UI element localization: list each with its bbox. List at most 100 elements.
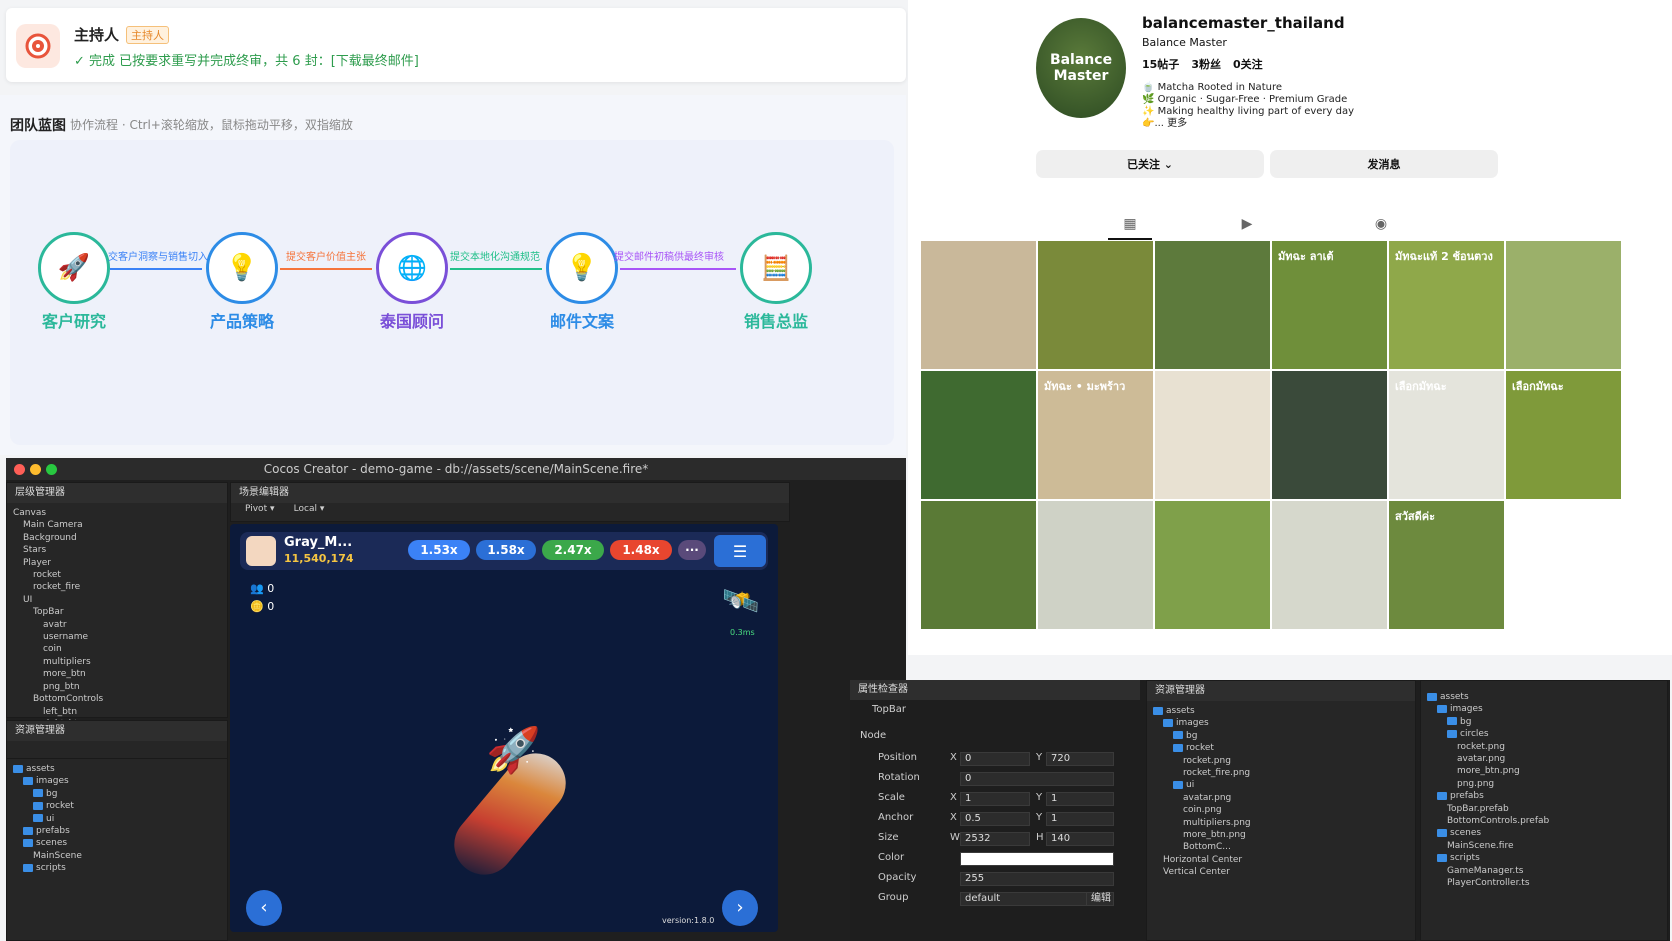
multiplier-badge[interactable]: 1.58x (476, 540, 536, 560)
node-email-copy[interactable]: 💡 (546, 232, 618, 304)
blueprint-canvas[interactable]: 🚀 客户研究 💡 产品策略 🌐 泰国顾问 💡 邮件文案 🧮 销售总监 交客户洞察… (10, 140, 894, 445)
tree-item[interactable]: GameManager.ts (1427, 865, 1661, 877)
node-product-strategy[interactable]: 💡 (206, 232, 278, 304)
tree-item[interactable]: rocket (1153, 742, 1409, 754)
tree-item[interactable]: more_btn.png (1153, 829, 1409, 841)
prop-input[interactable]: 140 (1046, 832, 1114, 846)
prop-input[interactable]: 编辑 (1086, 892, 1114, 906)
tree-item[interactable]: UI (13, 594, 221, 606)
prop-input[interactable]: 0 (960, 772, 1114, 786)
profile-avatar[interactable]: Balance Master (1036, 18, 1126, 118)
tree-item[interactable]: Main Camera (13, 519, 221, 531)
tree-item[interactable]: PlayerController.ts (1427, 877, 1661, 889)
tree-item[interactable]: username (13, 631, 221, 643)
prop-input[interactable]: 2532 (960, 832, 1030, 846)
tree-item[interactable]: scripts (1427, 852, 1661, 864)
host-status-message[interactable]: ✓ 完成 已按要求重写并完成终审，共 6 封：[下载最终邮件] (74, 50, 419, 69)
assets-toolbar[interactable] (7, 741, 227, 759)
menu-icon[interactable]: ☰ (714, 535, 766, 567)
multiplier-badge[interactable]: 1.53x (408, 540, 470, 560)
tree-item[interactable]: assets (1153, 705, 1409, 717)
tree-item[interactable]: rocket (13, 800, 221, 812)
node-customer-research[interactable]: 🚀 (38, 232, 110, 304)
tree-item[interactable]: avatar.png (1153, 792, 1409, 804)
node-name-field[interactable]: TopBar (872, 704, 906, 715)
tree-item[interactable]: multipliers.png (1153, 817, 1409, 829)
tree-item[interactable]: png_btn (13, 681, 221, 693)
post-thumbnail[interactable] (1155, 501, 1270, 629)
tree-item[interactable]: BottomControls (13, 693, 221, 705)
tree-item[interactable]: images (13, 775, 221, 787)
tree-item[interactable]: assets (1427, 691, 1661, 703)
tree-item[interactable]: png.png (1427, 778, 1661, 790)
post-thumbnail[interactable] (921, 371, 1036, 499)
tree-item[interactable]: scenes (1427, 827, 1661, 839)
node-sales-director[interactable]: 🧮 (740, 232, 812, 304)
tree-item[interactable]: images (1427, 703, 1661, 715)
prop-input[interactable]: 1 (1046, 792, 1114, 806)
tree-item[interactable]: rocket_fire.png (1153, 767, 1409, 779)
tree-item[interactable]: more_btn (13, 668, 221, 680)
prop-input[interactable]: 0 (960, 752, 1030, 766)
prop-input[interactable]: 1 (1046, 812, 1114, 826)
post-thumbnail[interactable]: มัทฉะแท้ 2 ช้อนตวง (1389, 241, 1504, 369)
tree-item[interactable]: coin (13, 643, 221, 655)
tree-item[interactable]: Canvas (13, 507, 221, 519)
post-thumbnail[interactable] (921, 241, 1036, 369)
tree-item[interactable]: BottomC... (1153, 841, 1409, 853)
local-dropdown[interactable]: Local ▾ (294, 504, 325, 514)
tree-item[interactable]: MainScene (13, 850, 221, 862)
post-thumbnail[interactable] (1038, 241, 1153, 369)
tree-item[interactable]: TopBar (13, 606, 221, 618)
reels-tab-icon[interactable]: ▶ (1238, 216, 1256, 234)
tree-item[interactable]: ui (1153, 779, 1409, 791)
post-thumbnail[interactable] (1038, 501, 1153, 629)
post-thumbnail[interactable] (1155, 241, 1270, 369)
post-thumbnail[interactable] (1506, 241, 1621, 369)
tree-item[interactable]: left_btn (13, 706, 221, 718)
more-button[interactable]: ··· (678, 540, 706, 560)
post-thumbnail[interactable]: เลือกมัทฉะ (1389, 371, 1504, 499)
right-arrow-button[interactable]: › (722, 890, 758, 926)
tree-item[interactable]: rocket_fire (13, 581, 221, 593)
multiplier-badge[interactable]: 1.48x (610, 540, 672, 560)
prop-input[interactable]: 720 (1046, 752, 1114, 766)
tree-item[interactable]: prefabs (1427, 790, 1661, 802)
following-button[interactable]: 已关注 ⌄ (1036, 150, 1264, 178)
posts-count[interactable]: 15帖子 (1142, 58, 1179, 71)
game-preview[interactable]: Gray_M... 11,540,174 1.53x 1.58x 2.47x 1… (230, 524, 778, 932)
tree-item[interactable]: Vertical Center (1153, 866, 1409, 878)
tree-item[interactable]: avatar.png (1427, 753, 1661, 765)
tree-item[interactable]: bg (1153, 730, 1409, 742)
post-thumbnail[interactable] (1272, 371, 1387, 499)
tree-item[interactable]: coin.png (1153, 804, 1409, 816)
tree-item[interactable]: multipliers (13, 656, 221, 668)
post-thumbnail[interactable]: สวัสดีค่ะ (1389, 501, 1504, 629)
tree-item[interactable]: scripts (13, 862, 221, 874)
minimize-window-button[interactable] (30, 464, 41, 475)
tree-item[interactable]: rocket.png (1427, 741, 1661, 753)
post-thumbnail[interactable]: มัทฉะ ลาเต้ (1272, 241, 1387, 369)
tree-item[interactable]: bg (1427, 716, 1661, 728)
tree-item[interactable]: assets (13, 763, 221, 775)
tree-item[interactable]: Stars (13, 544, 221, 556)
tree-item[interactable]: more_btn.png (1427, 765, 1661, 777)
post-thumbnail[interactable]: มัทฉะ • มะพร้าว (1038, 371, 1153, 499)
zoom-window-button[interactable] (46, 464, 57, 475)
pivot-dropdown[interactable]: Pivot ▾ (245, 504, 274, 514)
tree-item[interactable]: TopBar.prefab (1427, 803, 1661, 815)
tree-item[interactable]: ui (13, 813, 221, 825)
node-thai-advisor[interactable]: 🌐 (376, 232, 448, 304)
tree-item[interactable]: MainScene.fire (1427, 840, 1661, 852)
post-thumbnail[interactable] (921, 501, 1036, 629)
node-section[interactable]: Node (860, 730, 886, 741)
more-options-icon[interactable]: ··· (1314, 14, 1327, 30)
close-window-button[interactable] (14, 464, 25, 475)
tree-item[interactable]: prefabs (13, 825, 221, 837)
tree-item[interactable]: images (1153, 717, 1409, 729)
post-thumbnail[interactable] (1155, 371, 1270, 499)
tree-item[interactable]: circles (1427, 728, 1661, 740)
left-arrow-button[interactable]: ‹ (246, 890, 282, 926)
tree-item[interactable]: avatr (13, 619, 221, 631)
bio-more-link[interactable]: 👉... 更多 (1142, 118, 1354, 130)
